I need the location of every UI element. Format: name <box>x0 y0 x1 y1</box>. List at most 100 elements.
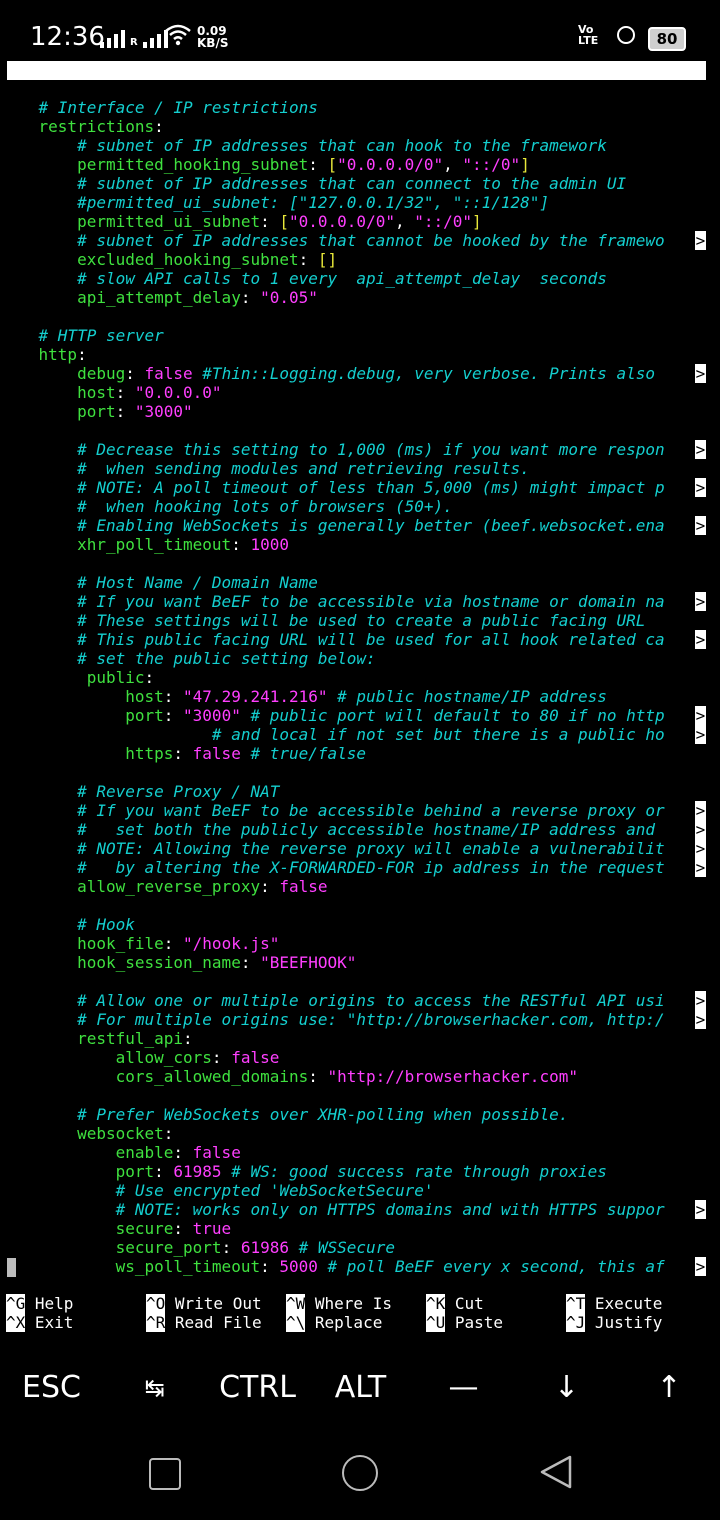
code-token: # If you want BeEF to be accessible behi… <box>0 801 665 820</box>
back-button[interactable] <box>538 1454 574 1490</box>
code-token: : <box>173 1143 193 1162</box>
shortcut-where-is[interactable]: ^W Where Is <box>286 1294 392 1313</box>
line-truncated-marker: > <box>695 820 706 839</box>
code-token: "BEEFHOOK" <box>260 953 357 972</box>
alt-key[interactable]: ALT <box>309 1362 412 1414</box>
code-line: # by altering the X-FORWARDED-FOR ip add… <box>0 858 706 877</box>
code-line: permitted_ui_subnet: ["0.0.0.0/0", "::/0… <box>0 212 706 231</box>
code-token: ] <box>472 212 482 231</box>
home-button[interactable] <box>342 1455 378 1491</box>
code-line: # NOTE: Allowing the reverse proxy will … <box>0 839 706 858</box>
code-line: # Interface / IP restrictions <box>0 98 706 117</box>
code-line: # For multiple origins use: "http://brow… <box>0 1010 706 1029</box>
tab-key[interactable]: ↹ <box>103 1362 206 1414</box>
code-token: "47.29.241.216" <box>183 687 338 706</box>
shortcut-execute[interactable]: ^T Execute <box>566 1294 662 1313</box>
code-token: "0.0.0.0" <box>134 383 222 402</box>
code-token: : <box>298 250 318 269</box>
code-token: [ <box>279 212 289 231</box>
shortcut-label: Read File <box>165 1313 262 1332</box>
shortcut-read-file[interactable]: ^R Read File <box>146 1313 262 1332</box>
shortcut-label: Execute <box>585 1294 663 1313</box>
nano-title-bar: GNU nano 6.2 config.yaml <box>7 61 706 118</box>
code-token: # HTTP server <box>0 326 164 345</box>
code-token: : <box>240 953 261 972</box>
shortcut-cut[interactable]: ^K Cut <box>426 1294 484 1313</box>
code-token: : <box>308 155 328 174</box>
code-token: # subnet of IP addresses that cannot be … <box>0 231 665 250</box>
code-line: hook_session_name: "BEEFHOOK" <box>0 953 706 972</box>
code-token: , <box>394 212 415 231</box>
battery-icon: 80 <box>648 27 686 51</box>
code-token: # public port will default to 80 if no h… <box>250 706 665 725</box>
signal-icon: R <box>100 28 168 48</box>
code-line: # Use encrypted 'WebSocketSecure' <box>0 1181 706 1200</box>
shortcut-replace[interactable]: ^\ Replace <box>286 1313 382 1332</box>
code-line: # If you want BeEF to be accessible via … <box>0 592 706 611</box>
code-token: #Thin::Logging.debug, very verbose. Prin… <box>202 364 665 383</box>
code-token: "3000" <box>183 706 251 725</box>
code-token: : <box>231 535 251 554</box>
shortcut-label: Where Is <box>305 1294 392 1313</box>
code-line: #permitted_ui_subnet: ["127.0.0.1/32", "… <box>0 193 706 212</box>
code-line: # These settings will be used to create … <box>0 611 706 630</box>
code-token: # Decrease this setting to 1,000 (ms) if… <box>0 440 665 459</box>
code-token: permitted_ui_subnet <box>0 212 261 231</box>
code-token: "::/0" <box>414 212 473 231</box>
code-token: false <box>144 364 203 383</box>
shortcut-paste[interactable]: ^U Paste <box>426 1313 503 1332</box>
shortcut-exit[interactable]: ^X Exit <box>6 1313 73 1332</box>
shortcut-write-out[interactable]: ^O Write Out <box>146 1294 262 1313</box>
shortcut-help[interactable]: ^G Help <box>6 1294 73 1313</box>
line-truncated-marker: > <box>695 364 706 383</box>
code-token: "0.0.0.0/0" <box>289 212 395 231</box>
code-token: # Hook <box>0 915 135 934</box>
line-truncated-marker: > <box>695 516 706 535</box>
code-token: # Reverse Proxy / NAT <box>0 782 280 801</box>
code-token: # Allow one or multiple origins to acces… <box>0 991 665 1010</box>
code-token: : <box>260 1257 280 1276</box>
code-token: # Host Name / Domain Name <box>0 573 318 592</box>
code-token: ws_poll_timeout <box>0 1257 261 1276</box>
code-line: port: "3000" <box>0 402 706 421</box>
code-token: : <box>154 117 164 136</box>
code-line: # Hook <box>0 915 706 934</box>
shortcut-label: Replace <box>305 1313 383 1332</box>
code-token: # If you want BeEF to be accessible via … <box>0 592 665 611</box>
code-token: # when sending modules and retrieving re… <box>0 459 530 478</box>
line-truncated-marker: > <box>695 231 706 250</box>
code-line: secure: true <box>0 1219 706 1238</box>
line-truncated-marker: > <box>695 1200 706 1219</box>
code-token: # slow API calls to 1 every api_attempt_… <box>0 269 607 288</box>
wifi-icon <box>165 24 191 46</box>
esc-key[interactable]: ESC <box>0 1362 103 1414</box>
code-token: # Use encrypted 'WebSocketSecure' <box>0 1181 434 1200</box>
code-token: # subnet of IP addresses that can connec… <box>0 174 627 193</box>
code-token: # subnet of IP addresses that can hook t… <box>0 136 607 155</box>
ctrl-key[interactable]: CTRL <box>206 1362 309 1414</box>
code-token: restrictions <box>0 117 155 136</box>
code-token: : <box>211 1048 232 1067</box>
code-token: : <box>163 1124 174 1143</box>
dash-key[interactable]: — <box>412 1362 515 1414</box>
shortcut-justify[interactable]: ^J Justify <box>566 1313 662 1332</box>
code-line: # subnet of IP addresses that can hook t… <box>0 136 706 155</box>
code-line: # Prefer WebSockets over XHR-polling whe… <box>0 1105 706 1124</box>
shortcut-label: Cut <box>445 1294 484 1313</box>
code-line: port: "3000" # public port will default … <box>0 706 706 725</box>
code-token: websocket <box>0 1124 164 1143</box>
code-token: # true/false <box>250 744 367 763</box>
code-line: # set both the publicly accessible hostn… <box>0 820 706 839</box>
alarm-icon <box>617 26 635 44</box>
shortcut-key: ^W <box>286 1294 306 1313</box>
down-arrow-key[interactable]: ↓ <box>515 1362 618 1414</box>
up-arrow-key[interactable]: ↑ <box>618 1362 720 1414</box>
code-token: api_attempt_delay <box>0 288 241 307</box>
editor-text-area[interactable]: # Interface / IP restrictions restrictio… <box>0 98 720 1278</box>
code-token: false <box>192 1143 241 1162</box>
shortcut-key: ^U <box>426 1313 446 1332</box>
recents-button[interactable] <box>149 1458 181 1490</box>
extra-keys-row: ESC ↹ CTRL ALT — ↓ ↑ <box>0 1362 720 1418</box>
